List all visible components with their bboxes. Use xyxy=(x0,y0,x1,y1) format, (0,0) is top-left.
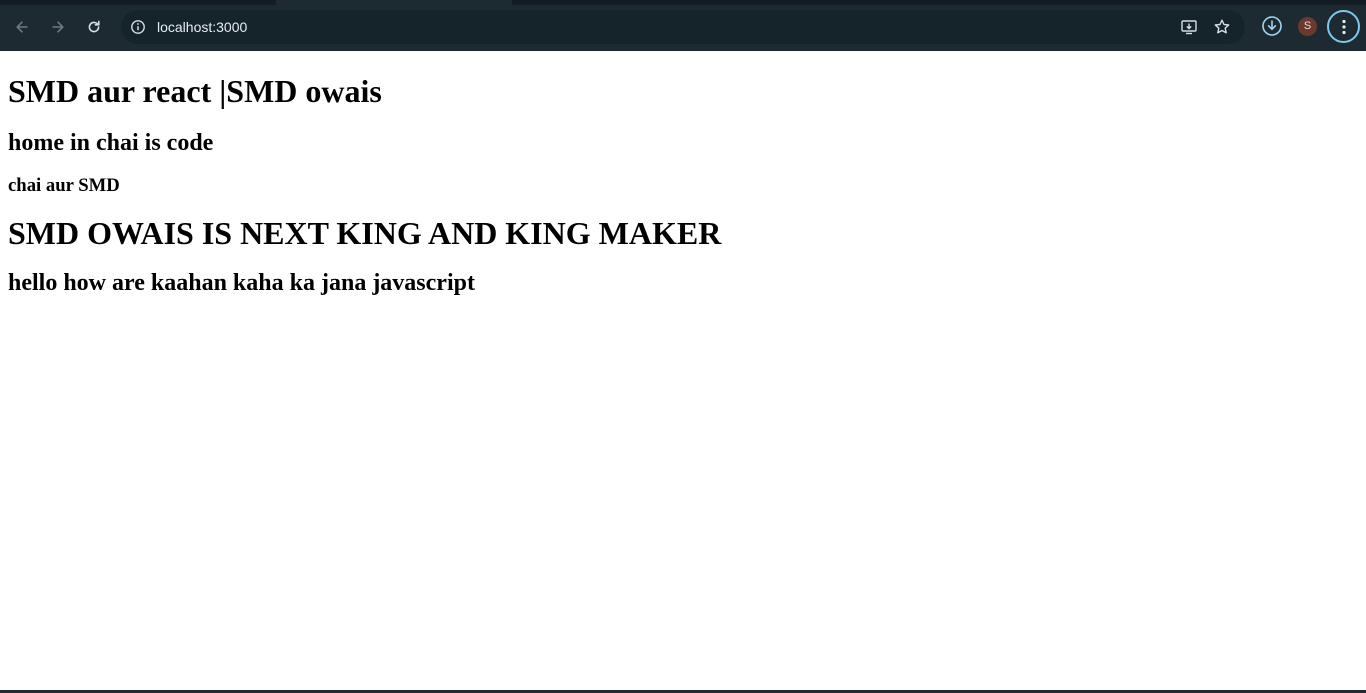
reload-icon[interactable] xyxy=(81,14,107,40)
active-tab[interactable] xyxy=(276,0,512,5)
second-subheading: hello how are kaahan kaha ka jana javasc… xyxy=(8,270,475,296)
browser-toolbar: localhost:3000 S xyxy=(0,0,1366,51)
address-bar[interactable]: localhost:3000 xyxy=(121,10,1245,44)
kebab-menu-icon[interactable] xyxy=(1327,10,1360,43)
page-content: SMD aur react |SMD owais home in chai is… xyxy=(8,51,1358,297)
tab-strip xyxy=(0,0,1366,5)
info-icon[interactable] xyxy=(129,18,147,36)
subheading: home in chai is code xyxy=(8,130,214,156)
url-text[interactable]: localhost:3000 xyxy=(157,10,247,44)
star-icon[interactable] xyxy=(1213,18,1231,36)
forward-arrow-icon[interactable] xyxy=(45,14,71,40)
download-icon[interactable] xyxy=(1260,14,1284,38)
second-main-heading: SMD OWAIS IS NEXT KING AND KING MAKER xyxy=(8,215,722,251)
small-heading: chai aur SMD xyxy=(8,175,120,196)
install-app-icon[interactable] xyxy=(1180,18,1198,36)
profile-avatar[interactable]: S xyxy=(1298,17,1317,36)
main-heading: SMD aur react |SMD owais xyxy=(8,73,382,109)
back-arrow-icon[interactable] xyxy=(9,14,35,40)
